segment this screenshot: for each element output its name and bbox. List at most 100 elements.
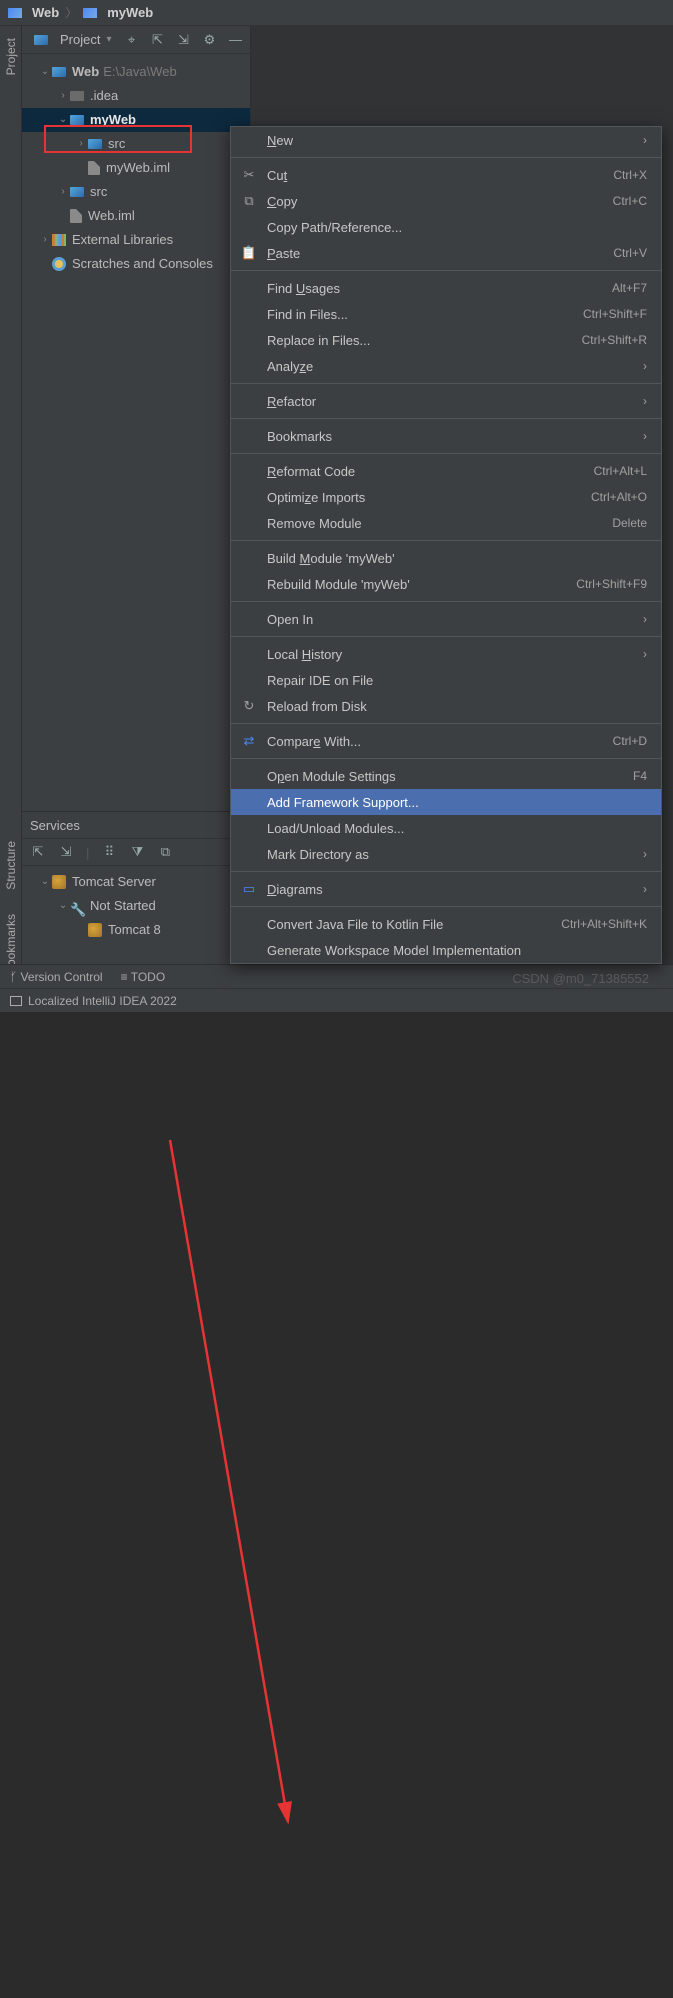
menu-copy-path[interactable]: Copy Path/Reference... bbox=[231, 214, 661, 240]
project-view-selector[interactable]: Project ▾ bbox=[28, 30, 118, 49]
chevron-right-icon[interactable]: › bbox=[38, 229, 52, 251]
breadcrumb: Web 〉 myWeb bbox=[0, 0, 673, 26]
hide-panel-icon[interactable]: — bbox=[228, 32, 244, 48]
menu-replace-in-files[interactable]: Replace in Files... Ctrl+Shift+R bbox=[231, 327, 661, 353]
menu-analyze[interactable]: Analyze › bbox=[231, 353, 661, 379]
menu-cut[interactable]: ✂ Cut Ctrl+X bbox=[231, 162, 661, 188]
tree-myweb-src[interactable]: › src bbox=[22, 132, 250, 156]
menu-label: Remove Module bbox=[267, 516, 362, 531]
chevron-down-icon[interactable]: ⌄ bbox=[38, 61, 52, 83]
vcs-tab[interactable]: ᚶ Version Control bbox=[10, 970, 103, 984]
toolwindow-project-tab[interactable]: Project bbox=[2, 26, 20, 87]
menu-optimize-imports[interactable]: Optimize Imports Ctrl+Alt+O bbox=[231, 484, 661, 510]
todo-tab[interactable]: ≡ TODO bbox=[121, 970, 166, 984]
menu-local-history[interactable]: Local History › bbox=[231, 641, 661, 667]
menu-refactor[interactable]: Refactor › bbox=[231, 388, 661, 414]
tree-src[interactable]: › src bbox=[22, 180, 250, 204]
menu-label: Local History bbox=[267, 647, 342, 662]
submenu-arrow-icon: › bbox=[643, 359, 647, 373]
terminal-icon[interactable] bbox=[10, 996, 22, 1006]
breadcrumb-current[interactable]: myWeb bbox=[107, 5, 153, 20]
menu-label: Reformat Code bbox=[267, 464, 355, 479]
tree-web-iml[interactable]: Web.iml bbox=[22, 204, 250, 228]
tree-root-web[interactable]: ⌄ Web E:\Java\Web bbox=[22, 60, 250, 84]
status-bar: ᚶ Version Control ≡ TODO Localized Intel… bbox=[0, 964, 673, 1012]
menu-reload-disk[interactable]: ↻ Reload from Disk bbox=[231, 693, 661, 719]
menu-load-unload-modules[interactable]: Load/Unload Modules... bbox=[231, 815, 661, 841]
menu-label: Reload from Disk bbox=[267, 699, 367, 714]
menu-add-framework-support[interactable]: Add Framework Support... bbox=[231, 789, 661, 815]
menu-open-module-settings[interactable]: Open Module Settings F4 bbox=[231, 763, 661, 789]
services-tomcat-server[interactable]: ⌄ Tomcat Server bbox=[22, 870, 250, 894]
tree-myweb-module[interactable]: ⌄ myWeb bbox=[22, 108, 250, 132]
menu-remove-module[interactable]: Remove Module Delete bbox=[231, 510, 661, 536]
source-folder-icon bbox=[88, 139, 102, 149]
chevron-down-icon[interactable]: ⌄ bbox=[56, 109, 70, 131]
submenu-arrow-icon: › bbox=[643, 429, 647, 443]
menu-shortcut: Ctrl+X bbox=[613, 168, 647, 182]
chevron-right-icon[interactable]: › bbox=[56, 85, 70, 107]
project-tree[interactable]: ⌄ Web E:\Java\Web › .idea ⌄ myWeb › src bbox=[22, 54, 250, 282]
menu-find-in-files[interactable]: Find in Files... Ctrl+Shift+F bbox=[231, 301, 661, 327]
menu-open-in[interactable]: Open In › bbox=[231, 606, 661, 632]
menu-diagrams[interactable]: ▭ Diagrams › bbox=[231, 876, 661, 902]
menu-build-module[interactable]: Build Module 'myWeb' bbox=[231, 545, 661, 571]
chevron-right-icon[interactable]: › bbox=[56, 181, 70, 203]
menu-separator bbox=[231, 383, 661, 384]
tree-external-libraries[interactable]: › External Libraries bbox=[22, 228, 250, 252]
menu-label: Add Framework Support... bbox=[267, 795, 419, 810]
add-tab-icon[interactable]: ⧉ bbox=[157, 844, 173, 860]
tree-scratches[interactable]: Scratches and Consoles bbox=[22, 252, 250, 276]
menu-repair-ide[interactable]: Repair IDE on File bbox=[231, 667, 661, 693]
menu-label: Mark Directory as bbox=[267, 847, 369, 862]
module-folder-icon bbox=[52, 67, 66, 77]
menu-paste[interactable]: 📋 Paste Ctrl+V bbox=[231, 240, 661, 266]
menu-label: Repair IDE on File bbox=[267, 673, 373, 688]
services-tomcat8[interactable]: Tomcat 8 bbox=[22, 918, 250, 942]
services-title: Services bbox=[30, 818, 80, 833]
gear-icon[interactable]: ⚙ bbox=[202, 32, 218, 48]
tree-idea-folder[interactable]: › .idea bbox=[22, 84, 250, 108]
menu-shortcut: Ctrl+V bbox=[613, 246, 647, 260]
chevron-down-icon[interactable]: ⌄ bbox=[56, 895, 70, 917]
breadcrumb-root[interactable]: Web bbox=[32, 5, 59, 20]
menu-mark-directory-as[interactable]: Mark Directory as › bbox=[231, 841, 661, 867]
select-opened-file-icon[interactable]: ⌖ bbox=[124, 32, 140, 48]
menu-find-usages[interactable]: Find Usages Alt+F7 bbox=[231, 275, 661, 301]
menu-copy[interactable]: ⧉ Copy Ctrl+C bbox=[231, 188, 661, 214]
tree-myweb-iml[interactable]: myWeb.iml bbox=[22, 156, 250, 180]
folder-icon bbox=[70, 91, 84, 101]
menu-separator bbox=[231, 157, 661, 158]
submenu-arrow-icon: › bbox=[643, 133, 647, 147]
tree-label: myWeb.iml bbox=[106, 157, 170, 179]
collapse-icon[interactable]: ⇲ bbox=[58, 844, 74, 860]
chevron-down-icon[interactable]: ⌄ bbox=[38, 871, 52, 893]
tree-label: Web bbox=[72, 61, 99, 83]
collapse-all-icon[interactable]: ⇲ bbox=[176, 32, 192, 48]
module-folder-icon bbox=[70, 115, 84, 125]
menu-label: Analyze bbox=[267, 359, 313, 374]
menu-shortcut: Ctrl+Shift+F bbox=[583, 307, 647, 321]
menu-separator bbox=[231, 636, 661, 637]
branch-icon: ᚶ bbox=[10, 970, 17, 984]
menu-new[interactable]: New › bbox=[231, 127, 661, 153]
toolwindow-structure-tab[interactable]: Structure bbox=[2, 829, 20, 902]
tree-label: Tomcat Server bbox=[72, 871, 156, 893]
menu-rebuild-module[interactable]: Rebuild Module 'myWeb' Ctrl+Shift+F9 bbox=[231, 571, 661, 597]
expand-all-icon[interactable]: ⇱ bbox=[150, 32, 166, 48]
services-header[interactable]: Services bbox=[22, 812, 250, 838]
expand-icon[interactable]: ⇱ bbox=[30, 844, 46, 860]
menu-shortcut: Ctrl+Alt+L bbox=[594, 464, 647, 478]
group-icon[interactable]: ⠿ bbox=[101, 844, 117, 860]
menu-label: Find Usages bbox=[267, 281, 340, 296]
tree-label: Scratches and Consoles bbox=[72, 253, 213, 275]
menu-label: Copy Path/Reference... bbox=[267, 220, 402, 235]
chevron-right-icon[interactable]: › bbox=[74, 133, 88, 155]
menu-generate-workspace[interactable]: Generate Workspace Model Implementation bbox=[231, 937, 661, 963]
menu-convert-kotlin[interactable]: Convert Java File to Kotlin File Ctrl+Al… bbox=[231, 911, 661, 937]
services-not-started[interactable]: ⌄ 🔧 Not Started bbox=[22, 894, 250, 918]
menu-reformat[interactable]: Reformat Code Ctrl+Alt+L bbox=[231, 458, 661, 484]
menu-compare-with[interactable]: ⇄ Compare With... Ctrl+D bbox=[231, 728, 661, 754]
menu-bookmarks[interactable]: Bookmarks › bbox=[231, 423, 661, 449]
filter-icon[interactable]: ⧩ bbox=[129, 844, 145, 860]
